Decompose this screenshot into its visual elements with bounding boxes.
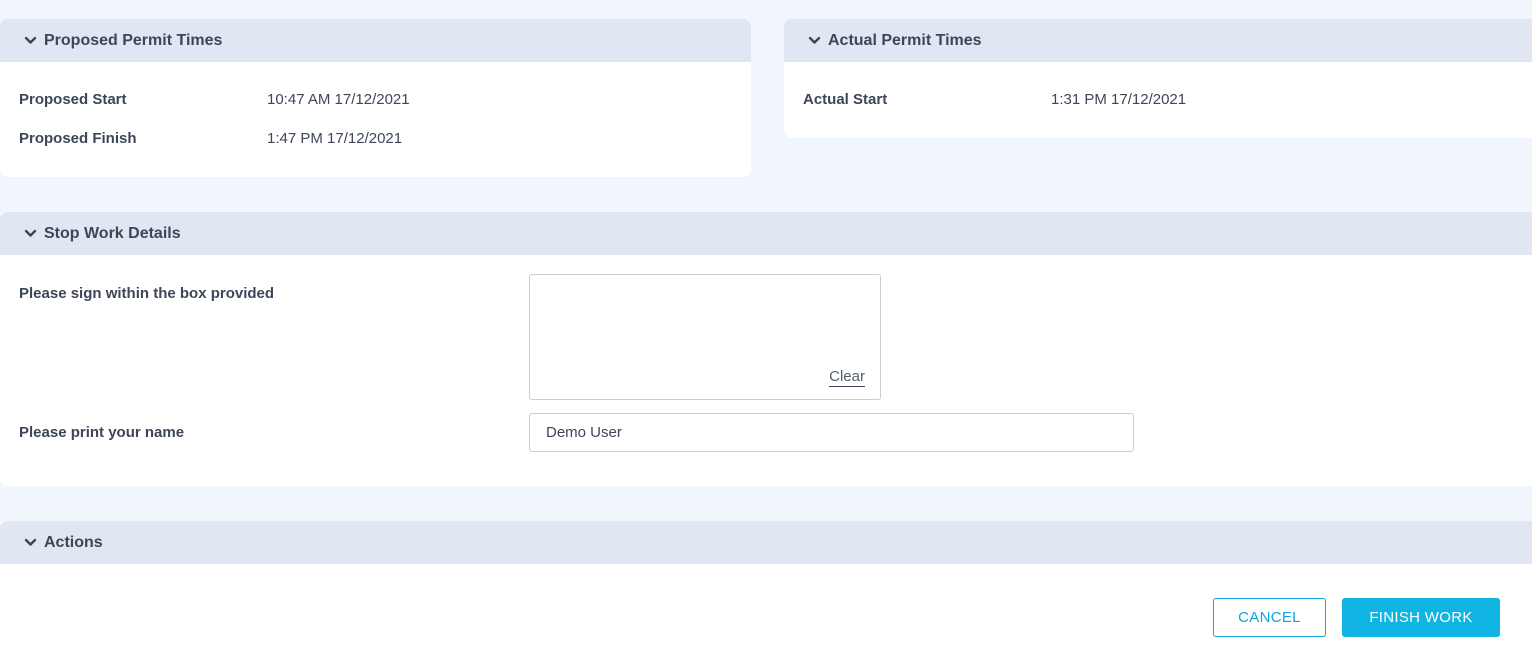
signature-pad[interactable]: Clear (529, 274, 881, 400)
proposed-finish-value: 1:47 PM 17/12/2021 (267, 130, 403, 147)
actual-start-value: 1:31 PM 17/12/2021 (1051, 91, 1187, 108)
print-name-label: Please print your name (19, 424, 185, 441)
chevron-down-icon[interactable] (24, 536, 37, 549)
proposed-start-label: Proposed Start (19, 91, 127, 108)
section-title: Stop Work Details (44, 224, 181, 242)
cancel-button[interactable]: CANCEL (1213, 598, 1326, 637)
signature-label: Please sign within the box provided (19, 285, 275, 302)
section-title: Actual Permit Times (828, 31, 982, 49)
proposed-start-value: 10:47 AM 17/12/2021 (267, 91, 410, 108)
chevron-down-icon[interactable] (24, 227, 37, 240)
actual-permit-times-panel: Actual Permit Times Actual Start 1:31 PM… (784, 19, 1532, 138)
stop-work-details-header[interactable]: Stop Work Details (0, 212, 1532, 255)
chevron-down-icon[interactable] (24, 34, 37, 47)
actions-header[interactable]: Actions (0, 521, 1532, 564)
actual-permit-times-header[interactable]: Actual Permit Times (784, 19, 1532, 62)
stop-work-details-panel: Stop Work Details Please sign within the… (0, 212, 1532, 486)
print-name-input[interactable] (529, 413, 1134, 452)
chevron-down-icon[interactable] (808, 34, 821, 47)
proposed-finish-label: Proposed Finish (19, 130, 137, 147)
finish-work-button[interactable]: FINISH WORK (1342, 598, 1500, 637)
section-title: Actions (44, 533, 103, 551)
proposed-permit-times-panel: Proposed Permit Times Proposed Start 10:… (0, 19, 751, 177)
actions-panel: Actions CANCEL FINISH WORK (0, 521, 1532, 659)
proposed-permit-times-header[interactable]: Proposed Permit Times (0, 19, 751, 62)
actual-start-label: Actual Start (803, 91, 888, 108)
clear-signature-link[interactable]: Clear (829, 368, 865, 387)
section-title: Proposed Permit Times (44, 31, 223, 49)
